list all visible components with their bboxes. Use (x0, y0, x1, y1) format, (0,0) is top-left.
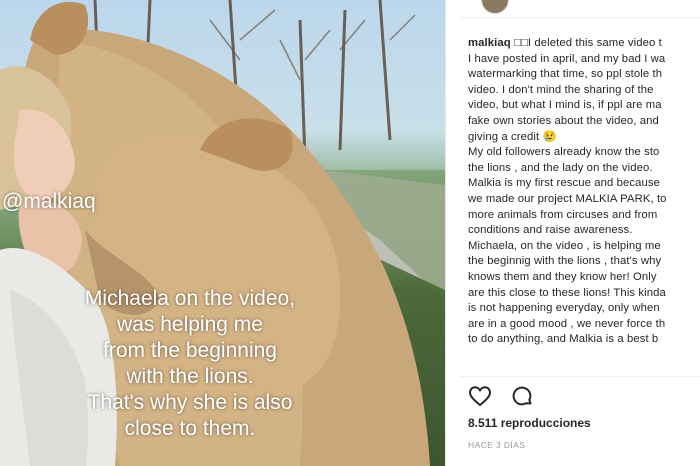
caption-line: are this close to these lions! This kind… (468, 286, 666, 299)
post-timestamp[interactable]: HACE 3 DÍAS (468, 440, 525, 450)
caption-line: is not happening everyday, only when (468, 302, 660, 315)
caption-line: I have posted in april, and my bad I wa (468, 52, 666, 65)
caption-text: □□I deleted this same video t (514, 37, 662, 49)
caption-line: fake own stories about the video, and (468, 114, 659, 127)
caption-line: more animals from circuses and from (468, 208, 658, 221)
caption-line: we made our project MALKIA PARK, to (468, 192, 667, 205)
video-watermark: @malkiaq (2, 190, 96, 213)
caption-line: to do anything, and Malkia is a best b (468, 333, 659, 346)
caption-line: video. I don't mind the sharing of the (468, 83, 654, 96)
caption-line: video, but what I mind is, if ppl are ma (468, 99, 662, 112)
video-subtitle: Michaela on the video, was helping me fr… (84, 287, 296, 440)
caption-line: the lions , and the lady on the video. (468, 161, 653, 174)
comment-icon[interactable] (510, 384, 534, 413)
instagram-post-view: @malkiaq Michaela on the video, was help… (0, 0, 700, 466)
caption-line: Malkia is my first rescue and because (468, 177, 661, 190)
caption-line: Michaela, on the video , is helping me (468, 239, 661, 252)
post-sidebar: malkiaq □□I deleted this same video t I … (459, 0, 700, 466)
caption-line: watermarking that time, so ppl stole th (468, 68, 663, 81)
action-bar (468, 384, 548, 410)
caption-line: malkiaq □□I deleted this same video t (468, 36, 700, 52)
caption-line: the beginnig with the lions , that's why (468, 255, 662, 268)
header-divider (459, 17, 700, 18)
caption-line: knows them and they know her! Only (468, 270, 657, 283)
username-link[interactable]: malkiaq (468, 37, 511, 49)
caption-line: are in a good mood , we never force th (468, 317, 666, 330)
caption-line: My old followers already know the sto (468, 146, 660, 159)
panel-divider (445, 0, 460, 466)
caption-line: conditions and raise awareness. (468, 224, 633, 237)
post-caption: malkiaq □□I deleted this same video t I … (468, 36, 700, 372)
actions-divider (459, 376, 700, 377)
video-player[interactable]: @malkiaq Michaela on the video, was help… (0, 0, 445, 466)
caption-fade (459, 355, 700, 375)
view-count[interactable]: 8.511 reproducciones (468, 416, 591, 430)
caption-line: giving a credit 😢 (468, 130, 557, 143)
avatar[interactable] (481, 0, 509, 14)
heart-icon[interactable] (468, 385, 492, 412)
